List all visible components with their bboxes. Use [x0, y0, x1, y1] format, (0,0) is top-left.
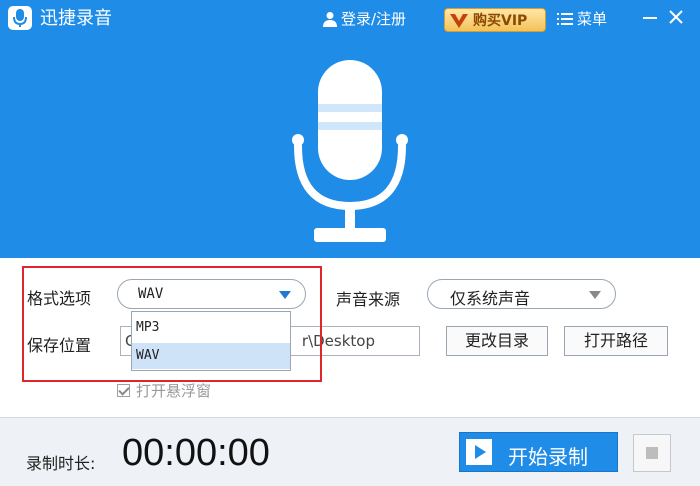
duration-label: 录制时长: [26, 454, 96, 473]
vip-badge-icon [450, 14, 468, 28]
header-bar: 迅捷录音 登录/注册 购买VIP 菜单 [0, 0, 700, 258]
chevron-down-icon [279, 291, 291, 299]
user-icon [323, 12, 337, 27]
stop-button[interactable] [633, 434, 671, 472]
menu-label: 菜单 [577, 10, 608, 28]
change-directory-button[interactable]: 更改目录 [446, 326, 548, 356]
source-select-value: 仅系统声音 [450, 289, 531, 308]
chevron-down-icon [589, 291, 601, 299]
microphone-logo-icon [8, 6, 32, 30]
app-title: 迅捷录音 [40, 8, 112, 29]
save-path-suffix: r\Desktop [301, 332, 375, 350]
microphone-icon [292, 60, 408, 242]
open-path-button[interactable]: 打开路径 [564, 326, 668, 356]
format-label: 格式选项 [27, 289, 92, 308]
play-icon [466, 439, 492, 465]
format-option-mp3[interactable]: MP3 [132, 315, 290, 341]
source-label: 声音来源 [336, 290, 401, 309]
save-location-label: 保存位置 [27, 336, 92, 355]
floating-window-checkbox[interactable]: 打开悬浮窗 [117, 380, 211, 401]
stop-icon [646, 447, 658, 459]
login-register-label: 登录/注册 [341, 10, 407, 28]
checkbox-icon [117, 384, 130, 397]
hamburger-menu-icon [557, 13, 573, 25]
format-dropdown-list: MP3 WAV [131, 311, 291, 371]
login-register-link[interactable]: 登录/注册 [323, 10, 406, 28]
buy-vip-button[interactable]: 购买VIP [444, 8, 546, 32]
footer-bar: 录制时长: 00:00:00 开始录制 [0, 417, 700, 486]
buy-vip-label: 购买VIP [473, 13, 528, 29]
menu-button[interactable]: 菜单 [557, 10, 607, 28]
minimize-icon[interactable] [641, 8, 659, 26]
close-icon[interactable] [667, 8, 685, 26]
format-select-value: WAV [138, 286, 164, 302]
format-option-wav[interactable]: WAV [132, 343, 290, 369]
recording-timer: 00:00:00 [122, 432, 270, 474]
floating-window-label: 打开悬浮窗 [136, 382, 212, 400]
source-select[interactable]: 仅系统声音 [427, 279, 616, 309]
start-recording-button[interactable]: 开始录制 [459, 432, 618, 472]
format-select[interactable]: WAV [117, 279, 306, 309]
start-recording-label: 开始录制 [508, 445, 588, 469]
